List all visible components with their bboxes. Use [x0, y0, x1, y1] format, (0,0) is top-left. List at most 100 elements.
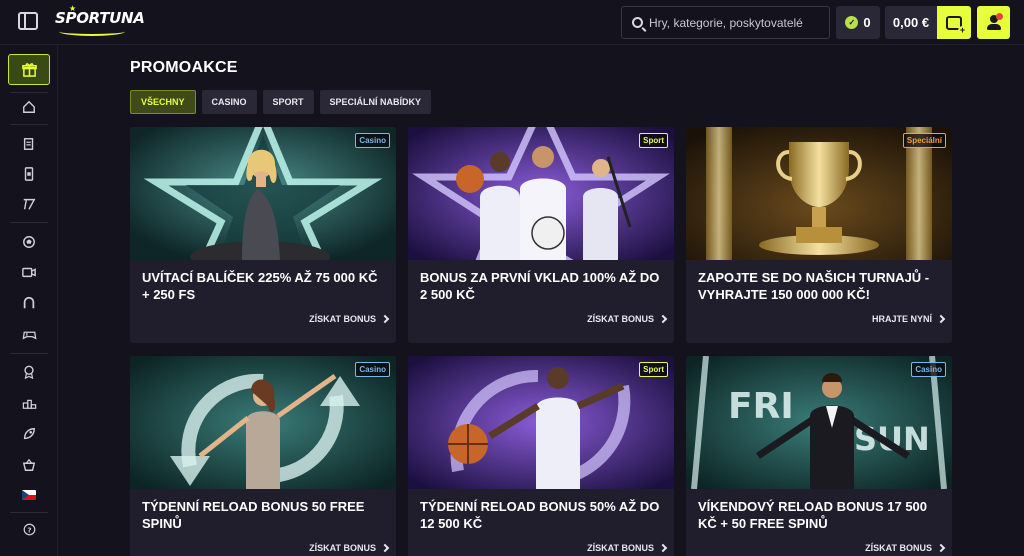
user-account-button[interactable]	[977, 6, 1010, 39]
claim-bonus-link[interactable]: ZÍSKAT BONUS	[587, 543, 668, 553]
promo-card-first-deposit[interactable]: Sport BONUS ZA PRVNÍ VKLAD 100% AŽ DO 2 …	[408, 127, 674, 343]
sidebar-item-betslip[interactable]	[19, 134, 39, 154]
promo-card-weekly-reload-sport[interactable]: Sport TÝDENNÍ RELOAD BONUS 50% AŽ DO 12 …	[408, 356, 674, 556]
cta-label: ZÍSKAT BONUS	[309, 314, 376, 324]
sidebar-item-tournaments[interactable]	[19, 393, 39, 413]
promo-card-weekly-reload-casino[interactable]: Casino TÝDENNÍ RELOAD BONUS 50 FREE SPIN…	[130, 356, 396, 556]
promo-card-tournaments[interactable]: Speciální ZAPOJTE SE DO NAŠICH TURNAJŮ -…	[686, 127, 952, 343]
sidebar-divider	[10, 353, 48, 354]
search-box[interactable]	[621, 6, 830, 39]
basket-icon	[22, 458, 36, 471]
claim-bonus-link[interactable]: ZÍSKAT BONUS	[587, 314, 668, 324]
promo-title: UVÍTACÍ BALÍČEK 225% AŽ 75 000 KČ + 250 …	[142, 270, 378, 302]
help-icon: ?	[23, 523, 35, 535]
category-badge: Speciální	[902, 133, 946, 148]
slots-icon	[23, 198, 36, 210]
rocket-icon	[23, 428, 35, 440]
sidebar-item-help[interactable]: ?	[19, 519, 39, 539]
tab-sport[interactable]: SPORT	[262, 90, 314, 114]
svg-text:?: ?	[27, 525, 31, 534]
gamepad-icon	[22, 331, 36, 340]
cta-label: ZÍSKAT BONUS	[587, 543, 654, 553]
betslip-icon	[23, 138, 34, 150]
claim-bonus-link[interactable]: ZÍSKAT BONUS	[309, 314, 390, 324]
promo-card-weekend-reload[interactable]: FRI SUN Casino VÍKENDOVÝ RELOAD BONUS 17…	[686, 356, 952, 556]
promo-image-sport-reload: Sport	[408, 356, 674, 489]
chevron-right-icon	[936, 543, 946, 553]
promo-title: TÝDENNÍ RELOAD BONUS 50% AŽ DO 12 500 KČ	[420, 499, 660, 531]
page-title: PROMOAKCE	[130, 59, 238, 76]
sidebar-item-live[interactable]	[19, 262, 39, 282]
sidebar-item-slots[interactable]	[19, 194, 39, 214]
cta-label: HRAJTE NYNÍ	[871, 314, 932, 324]
sidebar-divider	[10, 222, 48, 223]
chevron-right-icon	[658, 543, 668, 553]
tab-all[interactable]: VŠECHNY	[130, 90, 196, 114]
sidebar-item-home[interactable]	[19, 97, 39, 117]
balance-display[interactable]: 0,00 €	[885, 6, 937, 39]
sidebar-item-mobile[interactable]	[19, 164, 39, 184]
sidebar-item-shop[interactable]	[19, 455, 39, 475]
cta-label: ZÍSKAT BONUS	[587, 314, 654, 324]
category-badge: Casino	[355, 362, 390, 377]
promo-title: VÍKENDOVÝ RELOAD BONUS 17 500 KČ + 50 FR…	[698, 499, 928, 531]
logo-swoosh	[59, 27, 125, 36]
play-now-link[interactable]: HRAJTE NYNÍ	[871, 314, 946, 324]
chevron-right-icon	[936, 314, 946, 324]
coins-button[interactable]: ✓ 0	[836, 6, 880, 39]
sidebar-item-loyalty[interactable]	[19, 362, 39, 382]
podium-icon	[22, 399, 36, 409]
sidebar-toggle-icon[interactable]	[18, 12, 38, 30]
notification-dot	[996, 13, 1003, 20]
category-badge: Sport	[639, 362, 668, 377]
filter-tabs: VŠECHNY CASINO SPORT SPECIÁLNÍ NABÍDKY	[130, 90, 432, 114]
promo-image-sport-first-deposit: Sport	[408, 127, 674, 260]
award-icon	[24, 365, 34, 379]
football-icon	[23, 236, 35, 248]
promo-image-weekend-reload: FRI SUN Casino	[686, 356, 952, 489]
wallet-plus-icon	[946, 15, 967, 35]
sidebar-item-racing[interactable]	[19, 293, 39, 313]
claim-bonus-link[interactable]: ZÍSKAT BONUS	[865, 543, 946, 553]
horseshoe-icon	[23, 296, 35, 309]
search-icon	[632, 17, 643, 28]
promo-title: BONUS ZA PRVNÍ VKLAD 100% AŽ DO 2 500 KČ	[420, 270, 660, 302]
promo-image-casino-reload: Casino	[130, 356, 396, 489]
cta-label: ZÍSKAT BONUS	[865, 543, 932, 553]
promo-title: ZAPOJTE SE DO NAŠICH TURNAJŮ - VYHRAJTE …	[698, 270, 930, 302]
gift-icon	[21, 63, 37, 77]
deposit-button[interactable]	[937, 6, 971, 39]
sidebar-item-crash-games[interactable]	[19, 424, 39, 444]
cta-label: ZÍSKAT BONUS	[309, 543, 376, 553]
sidebar-item-esports[interactable]	[19, 324, 39, 344]
promo-image-tournaments: Speciální	[686, 127, 952, 260]
category-badge: Casino	[355, 133, 390, 148]
flag-cz-icon	[22, 490, 36, 500]
chevron-right-icon	[380, 543, 390, 553]
tab-casino[interactable]: CASINO	[201, 90, 257, 114]
home-icon	[23, 100, 35, 113]
category-badge: Casino	[911, 362, 946, 377]
category-badge: Sport	[639, 133, 668, 148]
fri-text: FRI	[728, 386, 794, 427]
top-bar: ★ SPORTUNA ✓ 0 0,00 €	[0, 0, 1024, 45]
coin-icon: ✓	[845, 16, 859, 29]
sidebar-divider	[10, 124, 48, 125]
sidebar-item-language[interactable]	[19, 485, 39, 505]
phone-icon	[24, 167, 34, 181]
sidebar: ?	[0, 45, 58, 556]
logo-star-icon: ★	[69, 4, 76, 13]
promo-title: TÝDENNÍ RELOAD BONUS 50 FREE SPINŮ	[142, 499, 365, 531]
logo[interactable]: ★ SPORTUNA	[55, 4, 145, 36]
sidebar-item-football[interactable]	[19, 232, 39, 252]
sidebar-item-promotions[interactable]	[8, 54, 50, 85]
chevron-right-icon	[658, 314, 668, 324]
sidebar-divider	[10, 92, 48, 93]
search-input[interactable]	[649, 15, 824, 30]
balance-value: 0,00 €	[892, 15, 930, 30]
live-video-icon	[22, 267, 36, 278]
claim-bonus-link[interactable]: ZÍSKAT BONUS	[309, 543, 390, 553]
tab-special-offers[interactable]: SPECIÁLNÍ NABÍDKY	[319, 90, 432, 114]
promo-card-welcome[interactable]: Casino UVÍTACÍ BALÍČEK 225% AŽ 75 000 KČ…	[130, 127, 396, 343]
sidebar-divider	[10, 512, 48, 513]
